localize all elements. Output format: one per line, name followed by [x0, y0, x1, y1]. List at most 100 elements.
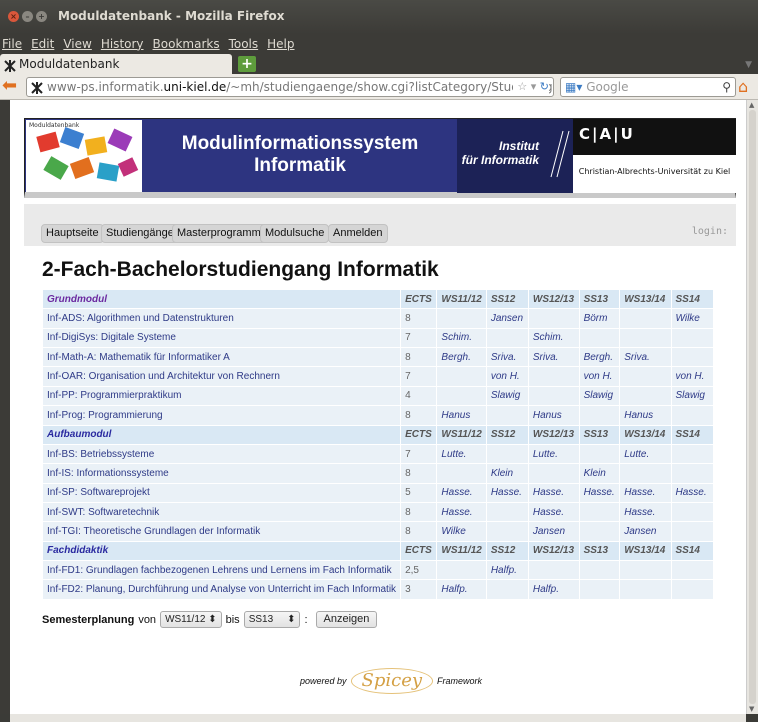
menu-view[interactable]: View — [63, 34, 91, 54]
module-link[interactable]: Inf-SP: Softwareprojekt — [41, 482, 402, 503]
lecturer-cell[interactable]: Hanus — [619, 405, 672, 426]
lecturer-cell — [485, 405, 529, 426]
lecturer-cell[interactable]: Hasse. — [485, 482, 529, 503]
menu-bookmarks[interactable]: Bookmarks — [153, 34, 220, 54]
lecturer-cell[interactable]: Börm — [578, 308, 621, 329]
lecturer-cell[interactable]: Hasse. — [436, 482, 487, 503]
semester-to-select[interactable]: SS13 ⬍ — [243, 611, 301, 628]
lecturer-cell[interactable]: Jansen — [619, 521, 672, 542]
module-link[interactable]: Inf-ADS: Algorithmen und Datenstrukturen — [41, 308, 402, 329]
module-link[interactable]: Inf-DigiSys: Digitale Systeme — [41, 327, 402, 349]
menu-history[interactable]: History — [101, 34, 144, 54]
lecturer-cell[interactable]: Klein — [578, 463, 621, 484]
module-link[interactable]: Inf-BS: Betriebssysteme — [41, 443, 402, 465]
search-icon[interactable]: ⚲ — [722, 78, 731, 96]
table-row: Inf-TGI: Theoretische Grundlagen der Inf… — [41, 521, 715, 542]
horizontal-scrollbar[interactable] — [10, 714, 746, 722]
login-label[interactable]: login: — [692, 226, 728, 237]
lecturer-cell[interactable]: Hasse. — [670, 482, 715, 503]
minimize-window-icon[interactable]: – — [22, 11, 33, 22]
scroll-down-icon[interactable]: ▼ — [749, 705, 754, 713]
lecturer-cell[interactable]: Lutte. — [619, 443, 672, 465]
module-link[interactable]: Inf-FD1: Grundlagen fachbezogenen Lehren… — [41, 560, 402, 581]
bookmark-star-icon[interactable]: ☆ — [517, 80, 527, 93]
lecturer-cell[interactable]: Bergh. — [436, 347, 487, 368]
lecturer-cell[interactable]: von H. — [485, 366, 529, 387]
nav-modulsuche[interactable]: Modulsuche — [260, 224, 330, 243]
module-link[interactable]: Inf-OAR: Organisation und Architektur vo… — [41, 366, 402, 387]
lecturer-cell[interactable]: Lutte. — [527, 443, 580, 465]
module-link[interactable]: Inf-PP: Programmierpraktikum — [41, 385, 402, 407]
section-name[interactable]: Grundmodul — [41, 288, 402, 310]
lecturer-cell[interactable]: Wilke — [436, 521, 487, 542]
semester-from-select[interactable]: WS11/12 ⬍ — [160, 611, 222, 628]
lecturer-cell[interactable]: Halfp. — [485, 560, 529, 581]
url-bar[interactable]: www-ps.informatik.uni-kiel.de/~mh/studie… — [26, 77, 554, 97]
menu-help[interactable]: Help — [267, 34, 294, 54]
lecturer-cell[interactable]: Slawig — [485, 385, 529, 407]
module-link[interactable]: Inf-TGI: Theoretische Grundlagen der Inf… — [41, 521, 402, 542]
lecturer-cell[interactable]: Schim. — [527, 327, 580, 349]
lecturer-cell[interactable]: Lutte. — [436, 443, 487, 465]
lecturer-cell[interactable]: Slawig — [578, 385, 621, 407]
spicey-logo[interactable]: Spicey — [350, 668, 434, 694]
maximize-window-icon[interactable]: + — [36, 11, 47, 22]
back-arrow-icon[interactable]: ⬅ — [2, 77, 20, 95]
lecturer-cell[interactable]: Hanus — [527, 405, 580, 426]
module-link[interactable]: Inf-Prog: Programmierung — [41, 405, 402, 426]
section-name[interactable]: Fachdidaktik — [41, 540, 402, 562]
close-window-icon[interactable]: × — [8, 11, 19, 22]
lecturer-cell[interactable]: Hasse. — [619, 482, 672, 503]
home-icon[interactable]: ⌂ — [738, 77, 748, 96]
lecturer-cell[interactable]: Hasse. — [578, 482, 621, 503]
reload-icon[interactable]: ↻ — [540, 80, 549, 93]
lecturer-cell[interactable]: Halfp. — [527, 579, 580, 600]
lecturer-cell[interactable]: Slawig — [670, 385, 715, 407]
lecturer-cell[interactable]: Hasse. — [619, 501, 672, 523]
tab-list-arrow-icon[interactable]: ▼ — [745, 60, 752, 70]
lecturer-cell[interactable]: Jansen — [527, 521, 580, 542]
module-link[interactable]: Inf-FD2: Planung, Durchführung und Analy… — [41, 579, 402, 600]
site-identity-icon[interactable] — [31, 81, 43, 94]
search-bar[interactable]: ▦▾ Google ⚲ — [560, 77, 736, 97]
menu-tools[interactable]: Tools — [229, 34, 259, 54]
menu-edit[interactable]: Edit — [31, 34, 54, 54]
history-dropdown-icon[interactable]: ▾ — [531, 80, 537, 93]
nav-masterprogramme[interactable]: Masterprogramme — [172, 224, 272, 243]
tab-moduldatenbank[interactable]: Moduldatenbank — [0, 54, 232, 74]
section-name[interactable]: Aufbaumodul — [41, 424, 402, 445]
nav-anmelden[interactable]: Anmelden — [328, 224, 388, 243]
lecturer-cell[interactable]: Schim. — [436, 327, 487, 349]
lecturer-cell[interactable]: Hanus — [436, 405, 487, 426]
module-link[interactable]: Inf-IS: Informationssysteme — [41, 463, 402, 484]
menu-file[interactable]: File — [2, 34, 22, 54]
lecturer-cell[interactable]: Hasse. — [527, 501, 580, 523]
lecturer-cell[interactable]: Sriva. — [485, 347, 529, 368]
anzeigen-button[interactable]: Anzeigen — [315, 611, 378, 628]
table-row: Inf-Math-A: Mathematik für Informatiker … — [41, 347, 715, 368]
select-arrows-icon: ⬍ — [287, 614, 296, 625]
lecturer-cell[interactable]: Sriva. — [619, 347, 672, 368]
semester-header: WS12/13 — [527, 540, 580, 562]
search-engine-icon[interactable]: ▦▾ — [565, 80, 582, 94]
nav-studiengaenge[interactable]: Studiengänge — [101, 224, 179, 243]
lecturer-cell[interactable]: Hasse. — [527, 482, 580, 503]
ects-value: 8 — [400, 347, 438, 368]
lecturer-cell[interactable]: Klein — [485, 463, 529, 484]
new-tab-button[interactable]: + — [238, 56, 256, 72]
nav-hauptseite[interactable]: Hauptseite — [41, 224, 104, 243]
lecturer-cell[interactable]: von H. — [670, 366, 715, 387]
module-link[interactable]: Inf-SWT: Softwaretechnik — [41, 501, 402, 523]
vertical-scrollbar[interactable]: ▲ ▼ — [746, 100, 758, 714]
scrollbar-thumb[interactable] — [749, 110, 756, 704]
lecturer-cell[interactable]: Jansen — [485, 308, 529, 329]
module-link[interactable]: Inf-Math-A: Mathematik für Informatiker … — [41, 347, 402, 368]
lecturer-cell[interactable]: Wilke — [670, 308, 715, 329]
lecturer-cell[interactable]: von H. — [578, 366, 621, 387]
lecturer-cell[interactable]: Hasse. — [436, 501, 487, 523]
table-row: Inf-SP: Softwareprojekt 5 Hasse. Hasse. Hass… — [41, 482, 715, 503]
scroll-up-icon[interactable]: ▲ — [749, 101, 754, 109]
lecturer-cell[interactable]: Sriva. — [527, 347, 580, 368]
lecturer-cell[interactable]: Halfp. — [436, 579, 487, 600]
lecturer-cell[interactable]: Bergh. — [578, 347, 621, 368]
